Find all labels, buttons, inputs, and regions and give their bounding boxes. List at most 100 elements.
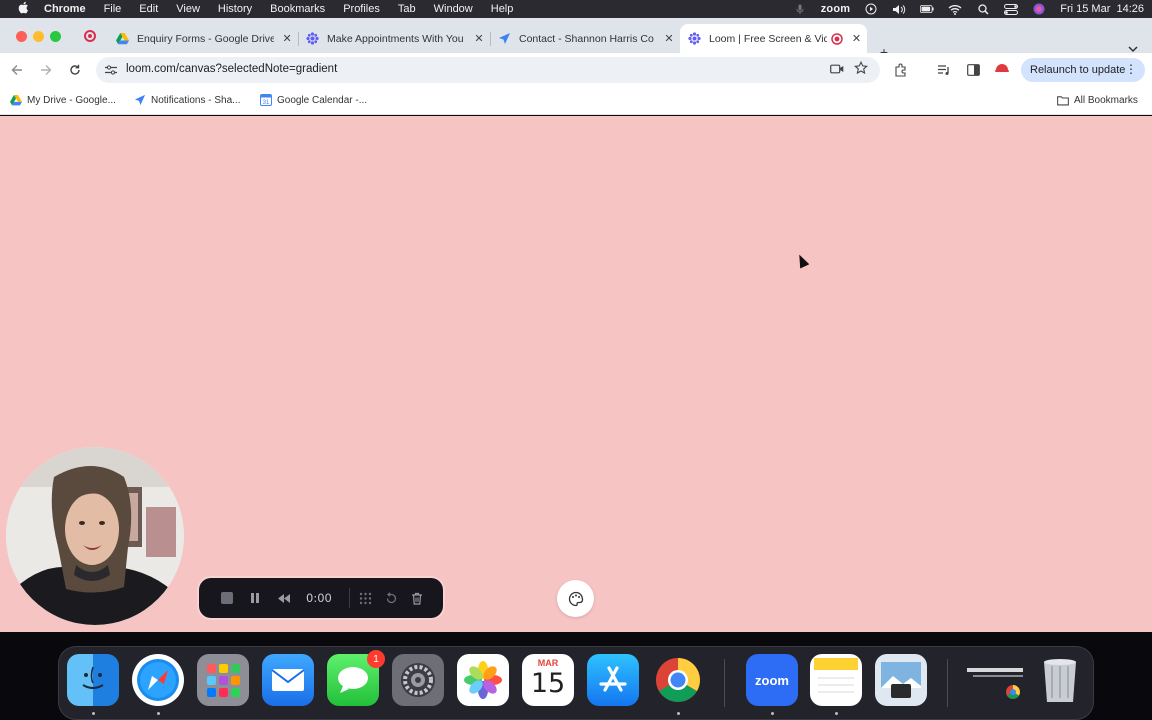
pause-button[interactable] (247, 590, 263, 606)
running-indicator (92, 712, 95, 715)
stop-recording-button[interactable] (219, 590, 235, 606)
restart-button[interactable] (383, 590, 399, 606)
tab-contact-shannon[interactable]: Contact - Shannon Harris Co ✕ (490, 24, 680, 53)
menu-help[interactable]: Help (491, 3, 514, 15)
close-icon[interactable]: ✕ (850, 32, 863, 45)
url-text[interactable]: loom.com/canvas?selectedNote=gradient (126, 63, 337, 75)
site-icon (498, 32, 511, 45)
webcam-bubble[interactable] (6, 447, 184, 625)
control-center-icon[interactable] (1004, 3, 1019, 15)
address-bar[interactable]: loom.com/canvas?selectedNote=gradient (96, 57, 880, 83)
trash-icon[interactable] (1034, 654, 1086, 706)
side-panel-icon[interactable] (965, 62, 981, 78)
running-indicator (835, 712, 838, 715)
pause-icon (251, 593, 259, 603)
menu-bar: Chrome File Edit View History Bookmarks … (0, 0, 1152, 18)
recording-controls: 0:00 (199, 578, 443, 618)
window-minimize-button[interactable] (33, 31, 44, 42)
bookmark-label: My Drive - Google... (27, 94, 116, 106)
bookmark-google-calendar[interactable]: 31 Google Calendar -... (260, 94, 367, 106)
all-bookmarks-button[interactable]: All Bookmarks (1057, 94, 1138, 106)
tab-enquiry-forms[interactable]: Enquiry Forms - Google Drive ✕ (108, 24, 299, 53)
menu-app-name[interactable]: Chrome (44, 3, 86, 15)
menu-profiles[interactable]: Profiles (343, 3, 380, 15)
site-settings-icon[interactable] (104, 63, 118, 77)
relaunch-to-update-button[interactable]: Relaunch to update ⋮ (1021, 58, 1145, 82)
close-icon[interactable]: ✕ (662, 32, 676, 45)
tab-make-appointments[interactable]: Make Appointments With You ✕ (298, 24, 491, 53)
finder-icon[interactable] (67, 654, 119, 706)
delete-recording-button[interactable] (409, 590, 425, 606)
preview-icon[interactable] (875, 654, 927, 706)
google-calendar-icon: 31 (260, 94, 272, 106)
app-store-icon[interactable] (587, 654, 639, 706)
close-icon[interactable]: ✕ (472, 32, 486, 45)
loom-canvas[interactable]: 0:00 (0, 116, 1152, 632)
mail-icon[interactable] (262, 654, 314, 706)
close-icon[interactable]: ✕ (280, 32, 294, 45)
media-controls-icon[interactable] (936, 62, 952, 78)
forward-button[interactable] (37, 61, 55, 79)
menu-bookmarks[interactable]: Bookmarks (270, 3, 325, 15)
calendar-icon[interactable]: MAR 15 (522, 654, 574, 706)
wifi-icon[interactable] (948, 3, 962, 15)
menu-history[interactable]: History (218, 3, 252, 15)
siri-icon[interactable] (1032, 3, 1046, 15)
mouse-cursor-icon (794, 252, 810, 269)
play-status-icon[interactable] (864, 3, 878, 15)
tab-title: Contact - Shannon Harris Co (519, 32, 654, 45)
zoom-app-label: zoom (755, 672, 789, 688)
zoom-status-label[interactable]: zoom (821, 3, 851, 15)
reload-button[interactable] (66, 61, 84, 79)
drawing-tools-button[interactable] (357, 590, 373, 606)
launchpad-icon[interactable] (197, 654, 249, 706)
tab-loom[interactable]: Loom | Free Screen & Vide ✕ (680, 24, 867, 53)
datetime-label[interactable]: Fri 15 Mar 14:26 (1060, 3, 1144, 15)
menu-window[interactable]: Window (434, 3, 473, 15)
bookmarks-bar: My Drive - Google... Notifications - Sha… (0, 87, 1152, 115)
dock-separator (724, 659, 725, 707)
volume-icon[interactable] (892, 3, 906, 15)
apple-icon[interactable] (16, 1, 30, 17)
bookmark-notifications[interactable]: Notifications - Sha... (134, 94, 240, 106)
zoom-icon[interactable]: zoom (746, 654, 798, 706)
browser-toolbar: loom.com/canvas?selectedNote=gradient Re… (0, 53, 1152, 87)
menu-view[interactable]: View (176, 3, 200, 15)
chrome-icon[interactable] (652, 654, 704, 706)
notifications-icon (134, 94, 146, 106)
chrome-window-thumbnail-icon[interactable] (965, 654, 1025, 706)
controls-divider (349, 588, 350, 608)
notes-icon[interactable] (810, 654, 862, 706)
relaunch-label: Relaunch to update (1030, 64, 1126, 76)
rewind-button[interactable] (276, 590, 292, 606)
menu-tab[interactable]: Tab (398, 3, 416, 15)
safari-icon[interactable] (132, 654, 184, 706)
battery-icon[interactable] (920, 3, 934, 15)
window-close-button[interactable] (16, 31, 27, 42)
folder-icon (1057, 94, 1069, 106)
microphone-icon[interactable] (793, 3, 807, 15)
spotlight-search-icon[interactable] (976, 3, 990, 15)
extensions-icon[interactable] (893, 62, 909, 78)
back-button[interactable] (8, 61, 26, 79)
recording-indicator-icon (84, 30, 96, 42)
screen: Chrome File Edit View History Bookmarks … (0, 0, 1152, 720)
messages-icon[interactable]: 1 (327, 650, 385, 706)
more-menu-icon[interactable]: ⋮ (1125, 62, 1137, 76)
menu-edit[interactable]: Edit (139, 3, 158, 15)
svg-text:31: 31 (263, 100, 270, 106)
bookmark-star-icon[interactable] (854, 60, 868, 78)
background-palette-button[interactable] (557, 580, 594, 617)
photos-icon[interactable] (457, 654, 509, 706)
loom-extension-icon[interactable] (994, 60, 1010, 76)
camera-in-use-icon[interactable] (830, 63, 844, 77)
stop-icon (221, 592, 233, 604)
system-settings-icon[interactable] (392, 654, 444, 706)
messages-badge: 1 (367, 650, 385, 668)
window-fullscreen-button[interactable] (50, 31, 61, 42)
bookmark-my-drive[interactable]: My Drive - Google... (10, 94, 116, 106)
dock-separator (947, 659, 948, 707)
all-bookmarks-label: All Bookmarks (1074, 94, 1138, 106)
menu-file[interactable]: File (104, 3, 122, 15)
tab-recording-icon (831, 32, 844, 45)
